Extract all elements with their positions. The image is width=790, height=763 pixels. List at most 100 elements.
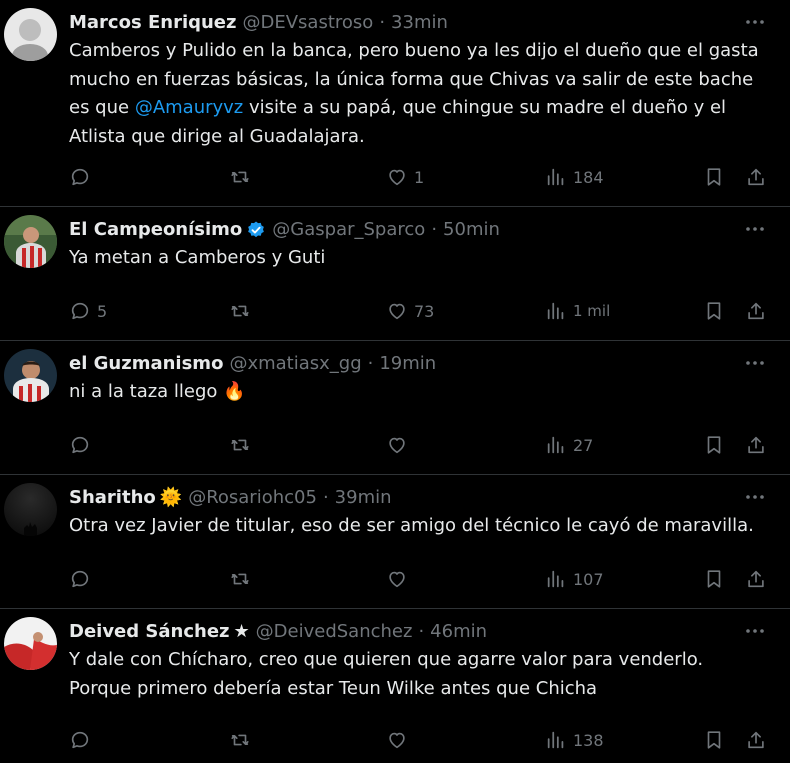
retweet-button[interactable] [229,431,257,459]
views-button[interactable]: 138 [545,726,604,754]
more-icon[interactable] [744,355,766,371]
retweet-icon [231,171,249,183]
tweet-text: Y dale con Chícharo, creo que quieren qu… [69,649,704,699]
reply-button[interactable] [69,726,97,754]
reply-button[interactable] [69,565,97,593]
bookmark-icon [707,436,721,454]
more-icon[interactable] [744,489,766,505]
author-handle[interactable]: @Rosariohc05 [188,486,317,510]
views-icon [547,570,564,588]
like-icon [389,437,405,454]
retweet-icon [231,305,249,317]
name-emoji: ★ [233,621,250,642]
share-button[interactable] [745,297,767,325]
avatar[interactable] [4,617,57,670]
reply-button[interactable] [69,431,97,459]
timestamp[interactable]: 50min [443,218,500,242]
views-button[interactable]: 184 [545,163,604,191]
reply-button[interactable]: 5 [69,297,107,325]
author-handle[interactable]: @Gaspar_Sparco [272,218,425,242]
reply-button[interactable] [69,163,97,191]
timestamp[interactable]: 19min [379,352,436,376]
views-count: 27 [573,435,594,455]
like-button[interactable] [386,565,414,593]
bookmark-button[interactable] [703,297,725,325]
views-button[interactable]: 27 [545,431,593,459]
like-count: 1 [414,167,425,187]
like-button[interactable] [386,726,414,754]
mention-link[interactable]: @Amauryvz [135,97,243,118]
bookmark-icon [707,731,721,749]
views-icon [547,168,564,186]
views-button[interactable]: 107 [545,565,604,593]
avatar[interactable] [4,215,57,268]
author-name[interactable]: El Campeonísimo [69,218,242,242]
retweet-icon [231,439,249,451]
more-icon[interactable] [744,14,766,30]
retweet-button[interactable] [229,565,257,593]
views-count: 138 [573,730,604,750]
author-handle[interactable]: @DeivedSanchez [256,620,413,644]
avatar[interactable] [4,349,57,402]
more-icon[interactable] [744,623,766,639]
avatar[interactable] [4,8,57,61]
tweet[interactable]: Sharitho 🌞 @Rosariohc05 · 39min Otra vez… [0,475,790,609]
timestamp[interactable]: 39min [335,486,392,510]
like-button[interactable]: 73 [386,297,434,325]
like-button[interactable] [386,431,414,459]
like-icon [389,303,405,320]
author-name[interactable]: Marcos Enriquez [69,11,237,35]
bookmark-button[interactable] [703,726,725,754]
retweet-button[interactable] [229,726,257,754]
author-handle[interactable]: @DEVsastroso [243,11,374,35]
views-count: 107 [573,569,604,589]
tweet[interactable]: Marcos Enriquez @DEVsastroso · 33min Cam… [0,0,790,207]
bookmark-icon [707,302,721,320]
like-icon [389,571,405,588]
tweet-text: Otra vez Javier de titular, eso de ser a… [69,515,754,536]
views-icon [547,302,564,320]
timestamp[interactable]: 46min [430,620,487,644]
author-name[interactable]: Sharitho [69,486,156,510]
share-button[interactable] [745,726,767,754]
tweet[interactable]: El Campeonísimo @Gaspar_Sparco · 50min Y… [0,207,790,341]
name-emoji: 🌞 [159,487,183,508]
like-count: 73 [414,301,435,321]
bookmark-icon [707,570,721,588]
views-count: 1 mil [573,302,611,320]
retweet-button[interactable] [229,297,257,325]
avatar[interactable] [4,483,57,536]
tweet-text: ni a la taza llego 🔥 [69,381,246,402]
author-name[interactable]: el Guzmanismo [69,352,223,376]
share-icon [748,168,764,186]
reply-count: 5 [97,301,108,321]
separator-dot: · [431,219,438,240]
reply-feed: Marcos Enriquez @DEVsastroso · 33min Cam… [0,0,790,763]
bookmark-button[interactable] [703,565,725,593]
separator-dot: · [379,12,386,33]
share-icon [748,731,764,749]
separator-dot: · [322,487,329,508]
tweet[interactable]: el Guzmanismo @xmatiasx_gg · 19min ni a … [0,341,790,475]
retweet-button[interactable] [229,163,257,191]
tweet[interactable]: Deived Sánchez ★ @DeivedSanchez · 46min … [0,609,790,763]
views-icon [547,731,564,749]
views-button[interactable]: 1 mil [545,297,610,325]
share-button[interactable] [745,163,767,191]
bookmark-button[interactable] [703,431,725,459]
share-icon [748,436,764,454]
timestamp[interactable]: 33min [391,11,448,35]
tweet-text: Ya metan a Camberos y Guti [69,247,326,268]
like-button[interactable]: 1 [386,163,424,191]
bookmark-button[interactable] [703,163,725,191]
retweet-icon [231,573,249,585]
share-button[interactable] [745,431,767,459]
share-button[interactable] [745,565,767,593]
separator-dot: · [367,353,374,374]
author-handle[interactable]: @xmatiasx_gg [229,352,361,376]
more-icon[interactable] [744,221,766,237]
retweet-icon [231,734,249,746]
reply-icon [71,436,89,454]
separator-dot: · [418,621,425,642]
author-name[interactable]: Deived Sánchez [69,620,230,644]
